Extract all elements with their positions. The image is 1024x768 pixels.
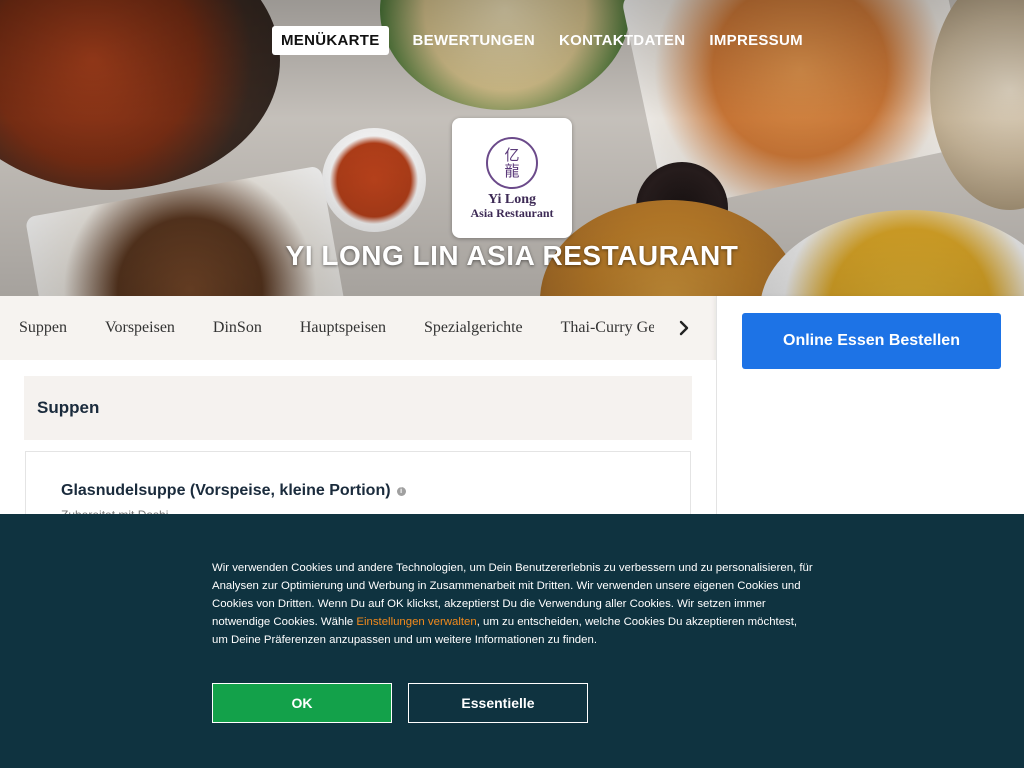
restaurant-title: YI LONG LIN ASIA RESTAURANT: [285, 240, 739, 271]
cookie-essential-button[interactable]: Essentielle: [408, 683, 588, 723]
category-suppen[interactable]: Suppen: [0, 319, 86, 337]
order-online-button[interactable]: Online Essen Bestellen: [742, 313, 1001, 369]
logo-subtitle: Asia Restaurant: [470, 205, 554, 220]
logo-chinese-bottom: 龍: [504, 161, 520, 180]
logo-chinese-top: 亿: [504, 145, 520, 164]
category-dinson[interactable]: DinSon: [194, 319, 281, 337]
cookie-ok-button[interactable]: OK: [212, 683, 392, 723]
category-thai-curry[interactable]: Thai-Curry Gerichte: [542, 319, 654, 337]
logo-seal-icon: 亿 龍: [486, 136, 538, 189]
category-scroll[interactable]: Suppen Vorspeisen DinSon Hauptspeisen Sp…: [0, 296, 654, 360]
section-title-suppen: Suppen: [24, 376, 692, 440]
chevron-right-icon[interactable]: [670, 316, 698, 340]
restaurant-logo: 亿 龍 Yi Long Asia Restaurant: [452, 118, 572, 238]
cookie-settings-link[interactable]: Einstellungen verwalten: [356, 616, 476, 628]
nav-kontaktdaten[interactable]: KONTAKTDATEN: [547, 26, 697, 55]
logo-name: Yi Long: [487, 191, 537, 207]
dish-name: Glasnudelsuppe (Vorspeise, kleine Portio…: [61, 482, 391, 499]
cookie-text: Wir verwenden Cookies und andere Technol…: [212, 559, 816, 649]
info-icon[interactable]: i: [396, 486, 406, 496]
category-vorspeisen[interactable]: Vorspeisen: [86, 319, 194, 337]
category-spezialgerichte[interactable]: Spezialgerichte: [405, 319, 542, 337]
category-hauptspeisen[interactable]: Hauptspeisen: [281, 319, 405, 337]
nav-impressum[interactable]: IMPRESSUM: [697, 26, 815, 55]
dish-title-row: Glasnudelsuppe (Vorspeise, kleine Portio…: [61, 482, 406, 500]
category-bar: Suppen Vorspeisen DinSon Hauptspeisen Sp…: [0, 296, 716, 360]
cookie-banner: Wir verwenden Cookies und andere Technol…: [0, 514, 1024, 768]
hero-banner: MENÜKARTE BEWERTUNGEN KONTAKTDATEN IMPRE…: [0, 0, 1024, 296]
top-navigation: MENÜKARTE BEWERTUNGEN KONTAKTDATEN IMPRE…: [272, 26, 815, 55]
nav-bewertungen[interactable]: BEWERTUNGEN: [401, 26, 547, 55]
nav-menuekarte[interactable]: MENÜKARTE: [272, 26, 389, 55]
